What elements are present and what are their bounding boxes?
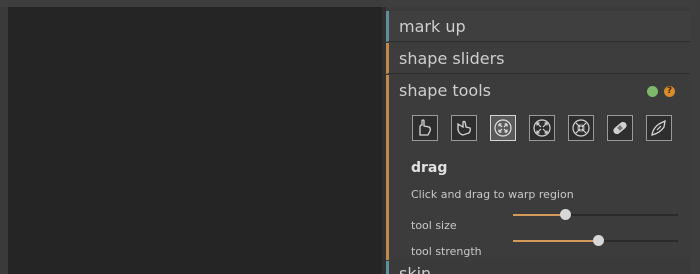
section-skin-label: skin (399, 264, 432, 274)
brush-icon (651, 119, 666, 136)
side-panel: mark up shape sliders shape tools ? drag… (386, 7, 690, 274)
tool-push-button[interactable] (412, 115, 438, 141)
status-indicator-icon (647, 86, 658, 97)
viewport-area[interactable] (8, 7, 382, 274)
window-right-frame (690, 0, 700, 274)
tool-size-slider-thumb[interactable] (560, 209, 572, 220)
hand-pointer-icon (419, 119, 431, 136)
section-shape-sliders[interactable]: shape sliders (386, 43, 690, 74)
section-skin[interactable]: skin (386, 261, 690, 274)
tool-shrink-button[interactable] (568, 115, 594, 141)
expand-arrows-icon (494, 119, 512, 137)
shrink-arrows-icon (572, 119, 590, 137)
window-top-frame (0, 0, 700, 7)
section-mark-up-label: mark up (399, 17, 466, 36)
tool-reset-button[interactable] (646, 115, 672, 141)
section-shape-tools-label[interactable]: shape tools (399, 75, 491, 106)
tool-size-slider-fill (513, 214, 566, 216)
section-shape-sliders-label: shape sliders (399, 49, 505, 68)
tool-pinch-button[interactable] (451, 115, 477, 141)
section-shape-tools: shape tools ? drag Click and drag to war… (386, 75, 690, 260)
tool-strength-slider-fill (513, 240, 599, 242)
tool-grow-button[interactable] (529, 115, 555, 141)
tool-strength-slider-thumb[interactable] (593, 235, 605, 246)
tool-smooth-button[interactable] (607, 115, 633, 141)
grow-arrows-icon (533, 119, 551, 137)
tool-size-slider[interactable] (513, 209, 678, 220)
section-mark-up[interactable]: mark up (386, 11, 690, 42)
tool-description: Click and drag to warp region (411, 188, 574, 201)
tool-strength-slider[interactable] (513, 235, 678, 246)
hand-pinch-icon (457, 120, 471, 136)
bandage-icon (613, 121, 627, 135)
tool-drag-button[interactable] (490, 115, 516, 141)
help-icon[interactable]: ? (664, 86, 675, 97)
